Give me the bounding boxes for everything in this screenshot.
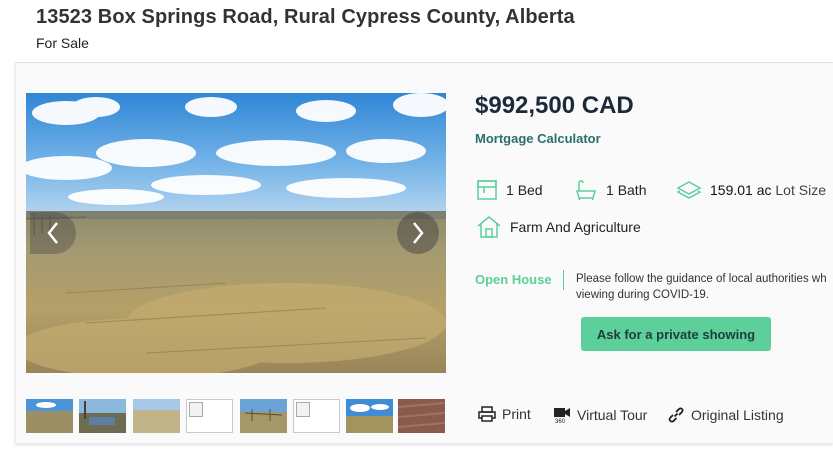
property-type: Farm And Agriculture — [476, 215, 641, 239]
bed-value: 1 — [506, 182, 514, 198]
virtual-tour-button[interactable]: 360 Virtual Tour — [553, 406, 647, 424]
house-icon — [477, 216, 501, 238]
bath-label: Bath — [617, 182, 647, 198]
bath-value: 1 — [606, 182, 614, 198]
thumbnail-1[interactable] — [26, 399, 73, 433]
print-label: Print — [502, 406, 531, 422]
thumbnail-3[interactable] — [133, 399, 180, 433]
private-showing-button[interactable]: Ask for a private showing — [581, 317, 771, 351]
next-photo-button[interactable] — [397, 212, 439, 254]
chevron-right-icon — [413, 222, 424, 244]
chevron-left-icon — [47, 222, 58, 244]
mortgage-calculator-link[interactable]: Mortgage Calculator — [475, 131, 601, 146]
thumbnail-5[interactable] — [240, 399, 287, 433]
lot-label: Lot Size — [775, 182, 826, 198]
print-button[interactable]: Print — [478, 406, 531, 422]
open-house-notice-line2: viewing during COVID-19. — [576, 289, 709, 301]
bed-icon — [477, 180, 497, 200]
svg-text:360: 360 — [555, 419, 566, 424]
lot-value: 159.01 ac — [710, 182, 772, 198]
thumbnail-4-broken[interactable] — [186, 399, 233, 433]
bathtub-icon — [576, 180, 596, 201]
property-type-label: Farm And Agriculture — [510, 219, 641, 235]
lot-size: 159.01 ac Lot Size — [676, 179, 826, 201]
original-listing-link[interactable]: Original Listing — [667, 406, 784, 424]
thumbnail-6-broken[interactable] — [293, 399, 340, 433]
listing-header: 13523 Box Springs Road, Rural Cypress Co… — [0, 0, 833, 62]
main-photo[interactable] — [26, 93, 446, 373]
bath-count: 1 Bath — [574, 179, 647, 201]
listing-price: $992,500 CAD — [475, 92, 634, 119]
open-house-notice-line1: Please follow the guidance of local auth… — [576, 273, 827, 285]
open-house-divider — [563, 270, 564, 290]
video-360-icon: 360 — [554, 408, 570, 424]
original-listing-label: Original Listing — [691, 407, 784, 423]
thumbnail-7[interactable] — [346, 399, 393, 433]
open-house-label: Open House — [475, 272, 552, 287]
thumbnail-2[interactable] — [79, 399, 126, 433]
bed-count: 1 Bed — [476, 179, 543, 201]
listing-status: For Sale — [36, 35, 89, 51]
lot-size-icon — [676, 181, 702, 199]
bed-label: Bed — [517, 182, 543, 198]
broken-image-icon — [296, 402, 310, 417]
link-icon — [668, 407, 684, 423]
virtual-tour-label: Virtual Tour — [577, 407, 648, 423]
listing-address: 13523 Box Springs Road, Rural Cypress Co… — [36, 6, 575, 28]
thumbnail-8[interactable] — [398, 399, 445, 433]
previous-photo-button[interactable] — [30, 212, 76, 254]
printer-icon — [478, 406, 496, 422]
open-house-notice: Please follow the guidance of local auth… — [576, 271, 833, 303]
broken-image-icon — [189, 402, 203, 417]
